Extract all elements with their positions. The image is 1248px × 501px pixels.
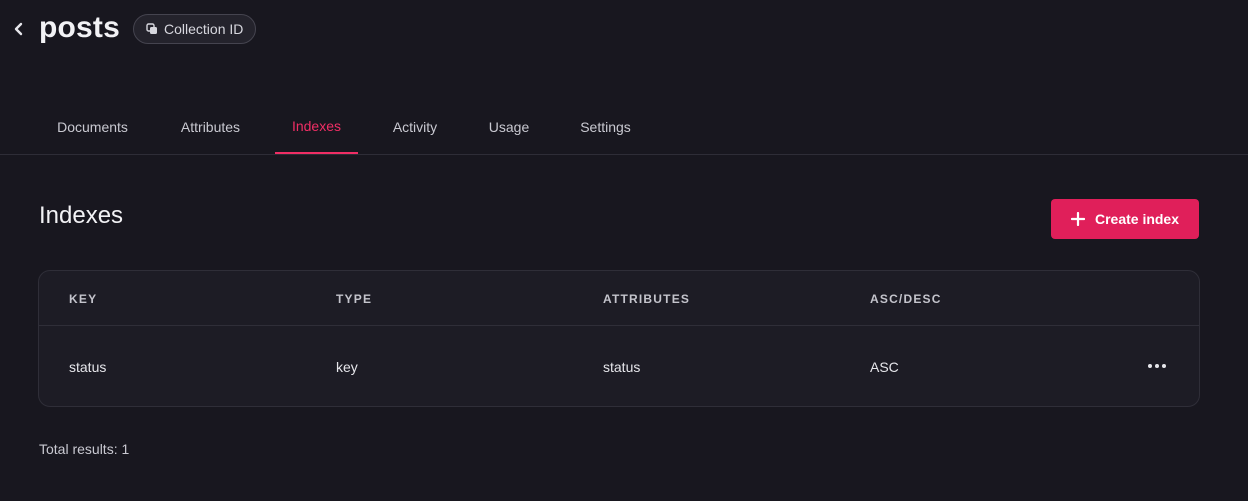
tab-usage[interactable]: Usage (472, 100, 546, 154)
column-header-order: ASC/DESC (870, 292, 942, 306)
create-index-button[interactable]: Create index (1051, 199, 1199, 239)
total-results: Total results: 1 (39, 441, 130, 457)
more-options-button[interactable] (1143, 356, 1171, 376)
cell-key: status (69, 359, 107, 375)
table-header: KEY TYPE ATTRIBUTES ASC/DESC (39, 271, 1199, 326)
plus-icon (1070, 212, 1085, 226)
column-header-key: KEY (69, 292, 98, 306)
create-index-label: Create index (1094, 211, 1180, 227)
page-header: posts Collection ID (0, 0, 1248, 60)
indexes-table: KEY TYPE ATTRIBUTES ASC/DESC status key … (38, 270, 1200, 407)
chevron-left-icon (14, 22, 23, 36)
tab-attributes[interactable]: Attributes (162, 100, 259, 154)
collection-id-label: Collection ID (164, 21, 244, 37)
more-horizontal-icon-dot (1162, 364, 1166, 368)
tab-indexes[interactable]: Indexes (275, 100, 358, 154)
column-header-type: TYPE (336, 292, 373, 306)
cell-type: key (336, 359, 358, 375)
back-button[interactable] (10, 20, 28, 38)
more-horizontal-icon (1148, 364, 1152, 368)
page-title: posts (39, 11, 121, 44)
tab-bar: Documents Attributes Indexes Activity Us… (0, 100, 1248, 155)
table-row[interactable]: status key status ASC (39, 326, 1199, 406)
cell-order: ASC (870, 359, 899, 375)
tab-documents[interactable]: Documents (39, 100, 146, 154)
cell-attributes: status (603, 359, 641, 375)
tab-activity[interactable]: Activity (374, 100, 456, 154)
column-header-attributes: ATTRIBUTES (603, 292, 691, 306)
indexes-page: posts Collection ID Documents Attributes… (0, 0, 1248, 501)
collection-id-button[interactable]: Collection ID (133, 14, 257, 44)
copy-icon (146, 23, 157, 34)
section-title: Indexes (39, 202, 124, 229)
more-horizontal-icon-dot (1155, 364, 1159, 368)
tab-settings[interactable]: Settings (562, 100, 649, 154)
